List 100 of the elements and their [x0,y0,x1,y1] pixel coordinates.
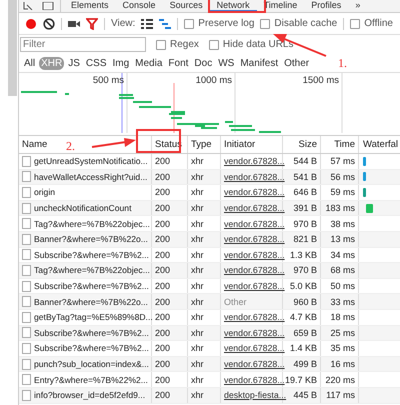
table-cell: xhr [188,232,221,247]
checkbox-label[interactable]: Disable cache [274,18,338,29]
table-cell: 646 B [283,185,321,200]
filter-field[interactable]: Filter [20,37,146,52]
checkbox[interactable] [350,18,360,28]
waterfall-view-icon[interactable] [159,18,172,28]
table-cell: 18 ms [321,310,359,325]
table-cell: 200 [152,278,188,294]
device-icon[interactable] [42,2,54,10]
type-filter[interactable]: CSS [84,56,108,70]
type-filter[interactable]: Media [133,56,164,70]
checkbox[interactable] [260,18,270,28]
table-cell: xhr [188,248,221,262]
table-cell: 68 ms [321,263,359,278]
initiator-link[interactable]: desktop-fiesta... [224,390,286,400]
clear-icon[interactable] [43,18,55,30]
camera-icon[interactable] [68,18,80,28]
file-icon [22,342,31,354]
checkbox[interactable] [184,18,194,28]
initiator-link[interactable]: vendor.67828... [224,234,285,244]
request-name[interactable]: Subscribe?&where=%7B%2... [34,328,149,338]
initiator-link[interactable]: vendor.67828... [224,374,285,385]
request-name[interactable]: Subscribe?&where=%7B%2... [34,250,149,260]
type-filter[interactable]: Manifest [238,56,280,70]
request-name[interactable]: Subscribe?&where=%7B%2... [34,281,149,292]
table-cell: 34 ms [321,248,359,262]
request-name[interactable]: origin [34,187,56,198]
type-filter[interactable]: Font [166,56,190,70]
request-name[interactable]: haveWalletAccessRight?uid... [34,172,148,182]
initiator-link[interactable]: vendor.67828... [224,281,285,292]
filter-icon[interactable] [86,18,98,30]
checkbox-label[interactable]: Regex [170,39,199,50]
table-cell: 200 [152,356,188,372]
inspect-icon[interactable] [23,2,35,10]
request-name[interactable]: punch?sub_location=index&... [34,359,149,370]
type-filter[interactable]: All [22,56,38,70]
table-cell: 970 B [283,216,321,231]
initiator-link[interactable]: vendor.67828... [224,328,285,338]
request-name[interactable]: Banner?&where=%7B%22o... [34,296,148,307]
request-name[interactable]: Tag?&where=%7B%22objec... [34,265,150,276]
request-name[interactable]: info?browser_id=de5f2efd9... [34,390,146,400]
table-cell: 200 [152,310,188,325]
table-cell: 57 ms [321,154,359,169]
type-filter[interactable]: WS [216,56,236,70]
type-filter[interactable]: Img [110,56,132,70]
initiator-link[interactable]: vendor.67828... [224,250,285,260]
column-header[interactable]: Initiator [221,136,283,153]
table-cell: xhr [188,294,221,309]
request-name[interactable]: Subscribe?&where=%7B%2... [34,343,149,354]
initiator-link[interactable]: vendor.67828... [224,187,285,198]
panel-tab[interactable]: Network [210,0,257,12]
request-name[interactable]: Banner?&where=%7B%22o... [34,234,148,244]
table-cell: 56 ms [321,170,359,184]
type-filter[interactable]: JS [66,56,82,70]
table-cell: 1.3 KB [283,248,321,262]
checkbox[interactable] [156,40,166,50]
table-cell: 200 [152,388,188,402]
column-header[interactable]: Size [283,136,321,153]
table-cell: 200 [152,248,188,262]
table-cell: xhr [188,388,221,402]
initiator-link[interactable]: vendor.67828... [224,343,285,354]
panel-tab[interactable]: Sources [162,0,210,12]
list-view-icon[interactable] [141,18,154,28]
panel-tab[interactable]: Profiles [304,0,348,12]
initiator-link[interactable]: vendor.67828... [224,218,285,229]
request-name[interactable]: Entry?&where=%7B%22%2... [34,374,148,385]
initiator-link[interactable]: vendor.67828... [224,203,285,214]
type-filter[interactable]: Other [282,56,312,70]
type-filter[interactable]: Doc [192,56,214,70]
table-cell: 33 ms [321,294,359,309]
request-name[interactable]: getByTag?tag=%E5%89%8D... [34,312,153,322]
checkbox-label[interactable]: Preserve log [198,18,254,29]
request-name[interactable]: getUnreadSystemNotificatio... [34,156,148,166]
initiator-link[interactable]: vendor.67828... [224,172,285,182]
initiator-link[interactable]: vendor.67828... [224,265,285,276]
table-cell: 25 ms [321,326,359,340]
panel-tab[interactable]: Elements [64,0,116,12]
column-header[interactable]: Time [321,136,359,153]
column-header[interactable]: Type [188,136,221,153]
request-name[interactable]: Tag?&where=%7B%22objec... [34,218,150,229]
annotation-number: 2. [66,140,75,152]
table-cell: xhr [188,154,221,169]
table-cell: 200 [152,216,188,231]
view-label: View: [111,18,136,29]
record-icon[interactable] [25,18,37,30]
checkbox-label[interactable]: Offline [364,18,393,29]
request-name[interactable]: uncheckNotificationCount [34,203,132,214]
checkbox[interactable] [208,40,219,50]
column-header[interactable]: Waterfal [359,136,400,153]
table-cell: 38 ms [321,216,359,231]
panel-tab[interactable]: » [348,0,368,12]
table-cell: 59 ms [321,185,359,200]
table-cell: 1.4 KB [283,341,321,356]
timeline-tick-label: 500 ms [92,75,124,86]
table-cell: xhr [188,278,221,294]
initiator-link[interactable]: vendor.67828... [224,359,285,370]
initiator-link[interactable]: vendor.67828... [224,312,285,322]
panel-tab[interactable]: Console [116,0,163,12]
table-cell: 35 ms [321,341,359,356]
initiator-link[interactable]: vendor.67828... [224,156,285,166]
